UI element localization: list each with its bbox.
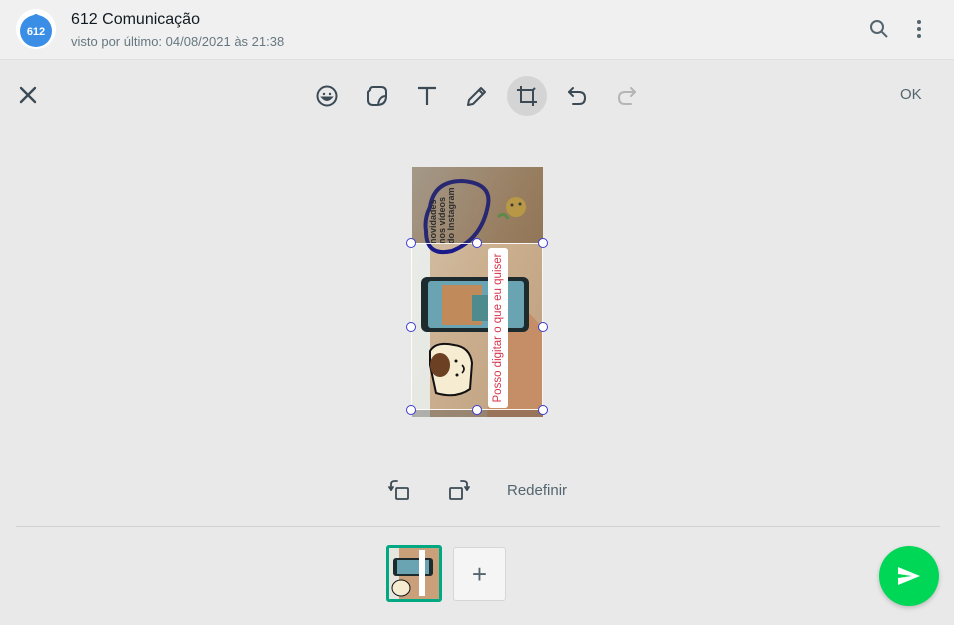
add-media-button[interactable]: + — [453, 547, 506, 601]
send-button[interactable] — [879, 546, 939, 606]
reset-button[interactable]: Redefinir — [507, 482, 567, 499]
crop-handle-bottom-left[interactable] — [406, 405, 416, 415]
redo-icon[interactable] — [607, 76, 647, 116]
chat-name[interactable]: 612 Comunicação — [71, 11, 200, 29]
svg-text:612: 612 — [27, 26, 45, 38]
add-icon: + — [471, 558, 488, 589]
crop-handle-top-left[interactable] — [406, 238, 416, 248]
media-thumbnail[interactable] — [386, 545, 442, 602]
ok-button[interactable]: OK — [900, 86, 922, 103]
send-icon — [898, 567, 920, 585]
crop-handle-bottom-right[interactable] — [538, 405, 548, 415]
crop-frame[interactable] — [411, 243, 543, 410]
chat-header: 612 612 Comunicação visto por último: 04… — [0, 0, 954, 60]
emoji-icon[interactable] — [307, 76, 347, 116]
crop-handle-top-right[interactable] — [538, 238, 548, 248]
undo-icon[interactable] — [557, 76, 597, 116]
crop-handle-top[interactable] — [472, 238, 482, 248]
pencil-icon[interactable] — [457, 76, 497, 116]
crop-icon[interactable] — [507, 76, 547, 116]
close-icon[interactable] — [16, 83, 40, 107]
more-vertical-icon[interactable] — [907, 17, 931, 41]
avatar[interactable]: 612 — [16, 9, 56, 49]
crop-dimmed-top — [412, 167, 543, 243]
text-icon[interactable] — [407, 76, 447, 116]
crop-handle-right[interactable] — [538, 322, 548, 332]
sticker-icon[interactable] — [357, 76, 397, 116]
crop-handle-bottom[interactable] — [472, 405, 482, 415]
crop-handle-left[interactable] — [406, 322, 416, 332]
rotate-right-icon[interactable] — [447, 478, 471, 502]
search-icon[interactable] — [867, 17, 891, 41]
divider — [16, 526, 940, 527]
rotate-left-icon[interactable] — [387, 478, 411, 502]
last-seen-status: visto por último: 04/08/2021 às 21:38 — [71, 34, 285, 49]
